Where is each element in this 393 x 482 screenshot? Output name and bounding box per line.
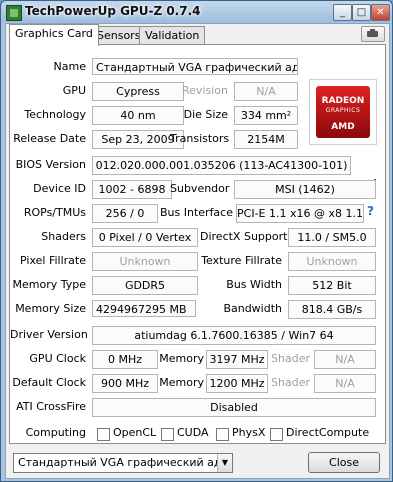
name-field[interactable]: Стандартный VGA графический адап...: [92, 58, 298, 75]
logo-maker: AMD: [331, 122, 355, 132]
shader-clock-label: Shader: [271, 352, 310, 365]
shader-clock-field[interactable]: N/A: [314, 350, 376, 369]
transistors-label: Transistors: [170, 132, 230, 145]
gpuz-app-icon: [6, 5, 22, 21]
driver-version-field[interactable]: atiumdag 6.1.7600.16385 / Win7 64: [92, 326, 376, 345]
revision-field[interactable]: N/A: [234, 82, 298, 101]
die-size-label: Die Size: [183, 108, 228, 121]
client-area: Graphics Card Sensors Validation Name Ст…: [5, 23, 390, 479]
texture-fillrate-label: Texture Fillrate: [201, 254, 282, 267]
name-label: Name: [53, 60, 86, 73]
bus-width-field[interactable]: 512 Bit: [288, 276, 376, 295]
gpu-label: GPU: [62, 84, 86, 97]
device-id-field[interactable]: 1002 - 6898: [92, 180, 172, 199]
technology-label: Technology: [24, 108, 86, 121]
title-bar[interactable]: TechPowerUp GPU-Z 0.7.4 _ □ ✕: [1, 1, 392, 23]
device-id-label: Device ID: [33, 182, 86, 195]
default-shader-label: Shader: [271, 376, 310, 389]
radeon-badge-icon: RADEON GRAPHICS AMD: [316, 86, 370, 138]
gpuz-window: TechPowerUp GPU-Z 0.7.4 _ □ ✕ Graphics C…: [0, 0, 393, 482]
memory-clock-field[interactable]: 3197 MHz: [206, 350, 268, 369]
gpu-field[interactable]: Cypress: [92, 82, 184, 101]
directcompute-label: DirectCompute: [286, 426, 370, 439]
memory-type-label: Memory Type: [12, 278, 87, 291]
maximize-button[interactable]: □: [352, 4, 371, 21]
shaders-field[interactable]: 0 Pixel / 0 Vertex: [92, 228, 198, 247]
pixel-fillrate-field[interactable]: Unknown: [92, 252, 198, 271]
subvendor-field[interactable]: MSI (1462): [234, 180, 376, 199]
screenshot-camera-icon[interactable]: [361, 26, 385, 42]
subvendor-label: Subvendor: [170, 182, 230, 195]
bus-info-question-icon[interactable]: ?: [367, 204, 374, 218]
transistors-field[interactable]: 2154M: [234, 130, 298, 149]
die-size-field[interactable]: 334 mm²: [234, 106, 298, 125]
rops-tmus-label: ROPs/TMUs: [23, 206, 86, 219]
cuda-checkbox[interactable]: [161, 428, 174, 441]
default-shader-field[interactable]: N/A: [314, 374, 376, 393]
memory-clock-label: Memory: [159, 352, 204, 365]
tab-graphics-card[interactable]: Graphics Card: [9, 24, 99, 46]
default-clock-field[interactable]: 900 MHz: [92, 374, 158, 393]
opencl-label: OpenCL: [113, 426, 157, 439]
bandwidth-field[interactable]: 818.4 GB/s: [288, 300, 376, 319]
bios-version-field[interactable]: 012.020.000.001.035206 (113-AC41300-101): [92, 156, 351, 175]
memory-type-field[interactable]: GDDR5: [92, 276, 198, 295]
bus-interface-field[interactable]: PCI-E 1.1 x16 @ x8 1.1: [236, 204, 364, 223]
crossfire-field[interactable]: Disabled: [92, 398, 376, 417]
gpu-clock-label: GPU Clock: [29, 352, 86, 365]
default-memory-label: Memory: [159, 376, 204, 389]
close-button[interactable]: Close: [308, 452, 380, 473]
rops-tmus-field[interactable]: 256 / 0: [92, 204, 158, 223]
bios-version-label: BIOS Version: [15, 158, 86, 171]
driver-version-label: Driver Version: [10, 328, 88, 341]
texture-fillrate-field[interactable]: Unknown: [288, 252, 376, 271]
computing-label: Computing: [25, 426, 86, 439]
graphics-card-select-value: Стандартный VGA графический адапте: [18, 456, 233, 469]
graphics-card-panel: Name Стандартный VGA графический адап...…: [9, 44, 386, 444]
tab-validation[interactable]: Validation: [139, 26, 206, 45]
bus-width-label: Bus Width: [226, 278, 282, 291]
directx-field[interactable]: 11.0 / SM5.0: [288, 228, 376, 247]
window-title: TechPowerUp GPU-Z 0.7.4: [25, 4, 201, 18]
revision-label: Revision: [182, 84, 228, 97]
bandwidth-label: Bandwidth: [223, 302, 282, 315]
opencl-checkbox[interactable]: [97, 428, 110, 441]
physx-label: PhysX: [232, 426, 266, 439]
directcompute-checkbox[interactable]: [270, 428, 283, 441]
default-clock-label: Default Clock: [12, 376, 86, 389]
graphics-card-select[interactable]: Стандартный VGA графический адапте ▼: [13, 453, 233, 473]
close-window-button[interactable]: ✕: [371, 4, 390, 21]
radeon-logo: RADEON GRAPHICS AMD: [309, 79, 377, 145]
shaders-label: Shaders: [41, 230, 86, 243]
pixel-fillrate-label: Pixel Fillrate: [20, 254, 86, 267]
memory-size-field[interactable]: 4294967295 MB: [92, 300, 196, 317]
directx-label: DirectX Support: [200, 230, 288, 243]
gpu-clock-field[interactable]: 0 MHz: [92, 350, 158, 369]
technology-field[interactable]: 40 nm: [92, 106, 184, 125]
physx-checkbox[interactable]: [216, 428, 229, 441]
release-date-label: Release Date: [13, 132, 86, 145]
crossfire-label: ATI CrossFire: [16, 400, 86, 413]
chevron-down-icon[interactable]: ▼: [217, 454, 232, 472]
cuda-label: CUDA: [177, 426, 209, 439]
logo-brand: RADEON: [321, 96, 365, 106]
default-memory-field[interactable]: 1200 MHz: [206, 374, 268, 393]
memory-size-label: Memory Size: [15, 302, 86, 315]
minimize-button[interactable]: _: [333, 4, 352, 21]
bus-interface-label: Bus Interface: [160, 206, 233, 219]
logo-sub: GRAPHICS: [325, 107, 361, 114]
